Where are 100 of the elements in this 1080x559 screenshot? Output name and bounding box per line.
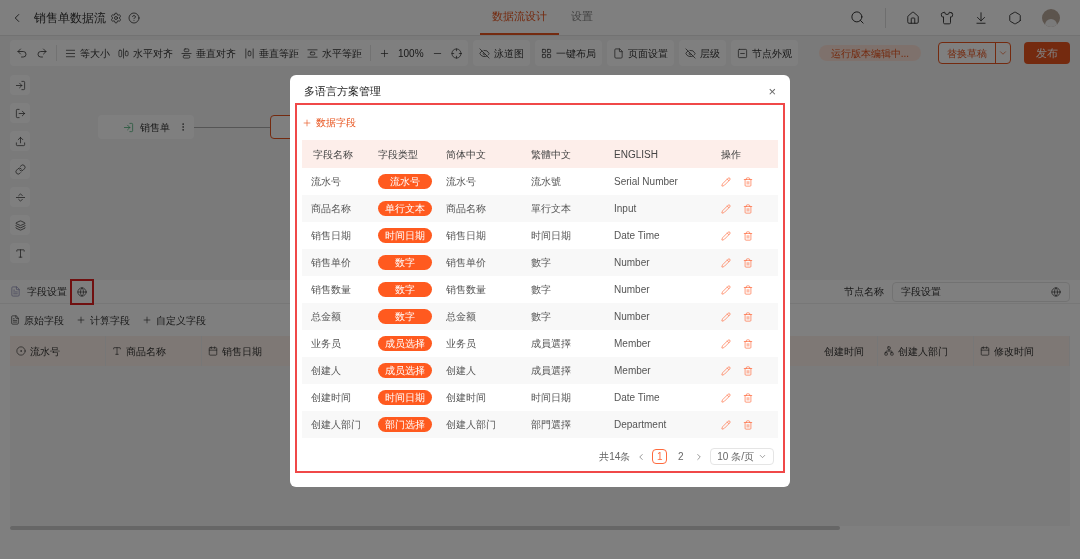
crosshair-icon <box>450 47 462 59</box>
toolbar-button[interactable]: 层级 <box>678 40 726 66</box>
split-tool[interactable] <box>10 187 30 207</box>
circle-dot-icon <box>16 346 26 356</box>
delete-button[interactable] <box>743 257 753 268</box>
trash-icon <box>743 365 753 376</box>
node-label: 销售单 <box>139 120 170 135</box>
pencil-icon <box>721 392 731 403</box>
total-count: 共14条 <box>599 450 631 464</box>
table-cell: 创建人 <box>311 365 341 376</box>
exit-tool[interactable] <box>10 103 30 123</box>
upload-tool[interactable] <box>10 131 30 151</box>
trash-icon <box>743 392 753 403</box>
field-action-button[interactable]: 计算字段 <box>76 312 130 328</box>
chevron-down-icon <box>758 452 767 461</box>
lines-icon <box>65 47 76 59</box>
type-tag: 成员选择 <box>378 363 432 378</box>
toolbar-button[interactable]: 泳道图 <box>472 40 530 66</box>
eye-off-icon <box>684 47 696 59</box>
edit-button[interactable] <box>721 365 731 376</box>
globe-icon <box>77 286 87 297</box>
flow-node[interactable]: 销售单 <box>98 115 194 139</box>
add-field-button[interactable]: 数据字段 <box>302 115 356 130</box>
redo-button[interactable] <box>36 47 48 59</box>
plus-icon <box>76 315 86 325</box>
delete-button[interactable] <box>743 311 753 322</box>
table-cell: 总金额 <box>446 311 476 322</box>
exit-icon <box>14 107 26 119</box>
edit-button[interactable] <box>721 257 731 268</box>
table-cell: Number <box>614 311 650 322</box>
delete-button[interactable] <box>743 365 753 376</box>
pencil-icon <box>721 311 731 322</box>
zoom-in-button[interactable] <box>379 47 390 59</box>
field-action-button[interactable]: 自定义字段 <box>142 312 206 328</box>
publish-button[interactable]: 发布 <box>1024 42 1070 64</box>
hexagon-icon <box>1008 10 1022 25</box>
settings-icon <box>110 11 122 24</box>
close-button[interactable]: × <box>768 84 776 98</box>
edit-button[interactable] <box>721 284 731 295</box>
type-tag: 单行文本 <box>378 201 432 216</box>
column-header: 字段名称 <box>313 148 353 160</box>
download-button[interactable] <box>974 10 988 25</box>
home-button[interactable] <box>906 10 920 25</box>
toolbar-button[interactable]: 等大小 <box>65 45 110 61</box>
avatar[interactable] <box>1042 8 1060 27</box>
pencil-icon <box>721 365 731 376</box>
edit-button[interactable] <box>721 176 731 187</box>
table-cell: 成員選擇 <box>531 338 571 349</box>
delete-button[interactable] <box>743 392 753 403</box>
text-tool[interactable] <box>10 243 30 263</box>
enter-tool[interactable] <box>10 75 30 95</box>
table-cell: 销售数量 <box>311 284 351 295</box>
tab[interactable]: 数据流设计 <box>480 0 559 35</box>
delete-button[interactable] <box>743 176 753 187</box>
table-cell: 创建时间 <box>446 392 486 403</box>
toolbar-button[interactable]: 页面设置 <box>606 40 674 66</box>
fit-button[interactable] <box>450 47 462 59</box>
delete-button[interactable] <box>743 284 753 295</box>
table-cell: 销售单价 <box>311 257 351 268</box>
hexagon-button[interactable] <box>1008 10 1022 25</box>
globe-icon <box>1051 286 1061 297</box>
edit-button[interactable] <box>721 338 731 349</box>
edit-button[interactable] <box>721 311 731 322</box>
calendar-icon <box>980 346 990 356</box>
draft-button[interactable]: 替换草稿 <box>939 43 995 63</box>
edit-button[interactable] <box>721 230 731 241</box>
table-cell: 流水号 <box>311 176 341 187</box>
page-size-select[interactable]: 10 条/页 <box>710 448 774 465</box>
grid-icon <box>540 47 552 59</box>
page-button[interactable]: 1 <box>652 449 668 464</box>
delete-button[interactable] <box>743 419 753 430</box>
edit-button[interactable] <box>721 392 731 403</box>
layers-tool[interactable] <box>10 215 30 235</box>
node-name-field[interactable]: 字段设置 <box>892 281 1070 302</box>
toolbar-button[interactable]: 水平对齐 <box>118 45 173 61</box>
toolbar-button[interactable]: 节点外观 <box>730 40 798 66</box>
page-button[interactable]: 2 <box>673 449 689 464</box>
edit-button[interactable] <box>721 203 731 214</box>
search-button[interactable] <box>850 10 865 25</box>
table-cell: 业务员 <box>311 338 341 349</box>
undo-button[interactable] <box>16 47 28 59</box>
type-tag: 流水号 <box>378 174 432 189</box>
table-cell: 商品名称 <box>311 203 351 214</box>
edit-button[interactable] <box>721 419 731 430</box>
enter-icon <box>122 121 134 133</box>
trash-icon <box>743 257 753 268</box>
delete-button[interactable] <box>743 338 753 349</box>
toolbar-button[interactable]: 垂直等距 <box>244 45 299 61</box>
undo-icon <box>16 47 28 59</box>
delete-button[interactable] <box>743 203 753 214</box>
toolbar-button[interactable]: 水平等距 <box>307 45 362 61</box>
table-cell: 创建人 <box>446 365 476 376</box>
table-cell: 數字 <box>531 284 551 295</box>
link-tool[interactable] <box>10 159 30 179</box>
delete-button[interactable] <box>743 230 753 241</box>
field-action-button[interactable]: 原始字段 <box>10 312 64 328</box>
toolbar-button[interactable]: 垂直对齐 <box>181 45 236 61</box>
pencil-icon <box>721 419 731 430</box>
language-button[interactable] <box>70 278 94 305</box>
shirt-button[interactable] <box>940 10 954 25</box>
